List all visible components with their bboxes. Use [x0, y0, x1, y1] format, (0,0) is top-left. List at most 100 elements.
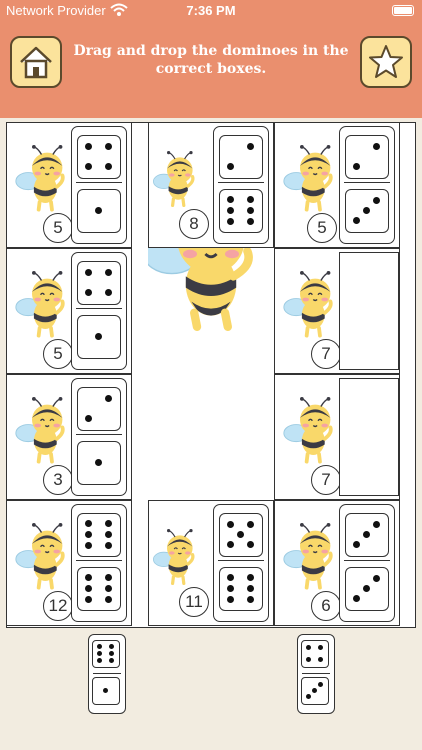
bee-icon [15, 271, 65, 338]
pip [353, 540, 361, 548]
target-number: 5 [43, 339, 73, 369]
pip [85, 542, 93, 549]
pip [246, 521, 254, 529]
target-number: 5 [307, 213, 337, 243]
placed-domino [71, 504, 127, 622]
pip [103, 688, 108, 693]
pip [353, 162, 361, 170]
home-button[interactable] [10, 36, 62, 88]
board-cell: 5 [6, 248, 132, 374]
placed-domino [71, 252, 127, 370]
domino-top-half [219, 513, 263, 557]
pip [227, 196, 235, 203]
target-number: 11 [179, 587, 209, 617]
pip [85, 162, 93, 170]
domino-bottom-half [345, 189, 389, 233]
pip [104, 596, 112, 603]
pip [353, 594, 361, 602]
pip [312, 688, 317, 693]
pip [305, 694, 311, 700]
header: Drag and drop the dominoes in the correc… [0, 22, 422, 118]
placed-domino [339, 126, 395, 244]
pip [305, 644, 311, 650]
domino-bottom-half [77, 441, 121, 485]
domino-top-half [77, 135, 121, 179]
pip [246, 574, 254, 581]
board-cell: 3 [6, 374, 132, 500]
pip [85, 596, 93, 603]
pip [372, 575, 380, 583]
target-number: 12 [43, 591, 73, 621]
board-cell: 11 [148, 500, 274, 626]
domino-top-half [92, 640, 120, 668]
pip [104, 162, 112, 170]
pip [318, 644, 324, 650]
domino-divider [218, 182, 264, 183]
pip [246, 218, 254, 225]
pip [246, 585, 254, 592]
domino-bottom-half [345, 567, 389, 611]
bee-icon [15, 523, 65, 590]
domino-bottom-half [77, 315, 121, 359]
board-cell: 12 [6, 500, 132, 626]
pip [96, 651, 102, 656]
star-button[interactable] [360, 36, 412, 88]
board-cell: 7 [274, 248, 400, 374]
pip [227, 207, 235, 214]
bee-icon [283, 271, 333, 338]
pip [104, 143, 112, 151]
domino-bottom-half [219, 189, 263, 233]
target-number: 7 [311, 465, 341, 495]
pip [85, 585, 93, 592]
empty-domino-slot[interactable] [339, 378, 399, 496]
pip [227, 574, 235, 581]
pip [353, 216, 361, 224]
domino-top-half [77, 513, 121, 557]
instruction-text: Drag and drop the dominoes in the correc… [73, 43, 349, 77]
domino-divider [76, 434, 122, 435]
empty-domino-slot[interactable] [339, 252, 399, 370]
pip [227, 162, 235, 170]
pip [246, 540, 254, 548]
pip [104, 395, 112, 403]
board-cell: 5 [6, 122, 132, 248]
status-bar: Network Provider 7:36 PM [0, 0, 422, 22]
domino-bottom-half [219, 567, 263, 611]
target-number: 3 [43, 465, 73, 495]
pip [95, 333, 102, 340]
pip [246, 196, 254, 203]
pip [85, 269, 93, 277]
placed-domino [71, 378, 127, 496]
board-cell: 7 [274, 374, 400, 500]
board-cell: 5 [274, 122, 400, 248]
domino-bottom-half [77, 189, 121, 233]
pip [363, 531, 370, 538]
target-number: 7 [311, 339, 341, 369]
domino-divider [218, 560, 264, 561]
pip [109, 658, 115, 663]
pip [246, 143, 254, 151]
home-icon [20, 46, 52, 79]
pip [104, 269, 112, 277]
draggable-domino[interactable] [297, 634, 335, 714]
domino-divider [76, 560, 122, 561]
domino-bottom-half [92, 677, 120, 705]
pip [246, 207, 254, 214]
pip [96, 658, 102, 663]
domino-divider [344, 560, 390, 561]
domino-divider [344, 182, 390, 183]
bee-icon [283, 523, 333, 590]
bee-icon [283, 145, 333, 212]
pip [227, 596, 235, 603]
draggable-domino[interactable] [88, 634, 126, 714]
pip [85, 288, 93, 296]
placed-domino [71, 126, 127, 244]
pip [85, 414, 93, 422]
domino-divider [76, 308, 122, 309]
domino-top-half [77, 261, 121, 305]
target-number: 6 [311, 591, 341, 621]
pip [372, 143, 380, 151]
domino-top-half [219, 135, 263, 179]
domino-top-half [345, 135, 389, 179]
pip [104, 542, 112, 549]
